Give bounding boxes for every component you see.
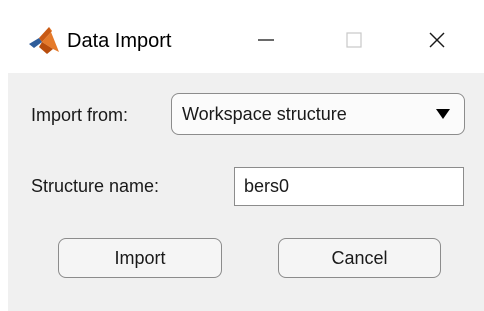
dialog-body: Import from: Workspace structure Structu… xyxy=(8,73,484,311)
structure-name-label: Structure name: xyxy=(31,176,160,196)
maximize-button[interactable] xyxy=(331,18,377,62)
matlab-membrane-icon xyxy=(29,27,59,54)
close-icon xyxy=(429,32,445,48)
import-button[interactable]: Import xyxy=(58,238,222,278)
maximize-icon xyxy=(346,32,362,48)
title-bar[interactable]: Data Import xyxy=(0,0,484,73)
structure-name-field[interactable]: bers0 xyxy=(234,167,464,206)
dropdown-arrow-icon xyxy=(436,109,450,119)
structure-name-value: bers0 xyxy=(244,176,290,196)
minimize-icon xyxy=(258,39,274,41)
close-button[interactable] xyxy=(414,18,460,62)
cancel-button[interactable]: Cancel xyxy=(278,238,441,278)
import-source-dropdown[interactable]: Workspace structure xyxy=(171,93,465,135)
import-source-selected: Workspace structure xyxy=(182,104,347,124)
import-from-label: Import from: xyxy=(31,105,129,125)
data-import-dialog: Data Import Import from: Workspace struc… xyxy=(0,0,484,311)
window-title: Data Import xyxy=(67,30,172,52)
minimize-button[interactable] xyxy=(243,18,289,62)
